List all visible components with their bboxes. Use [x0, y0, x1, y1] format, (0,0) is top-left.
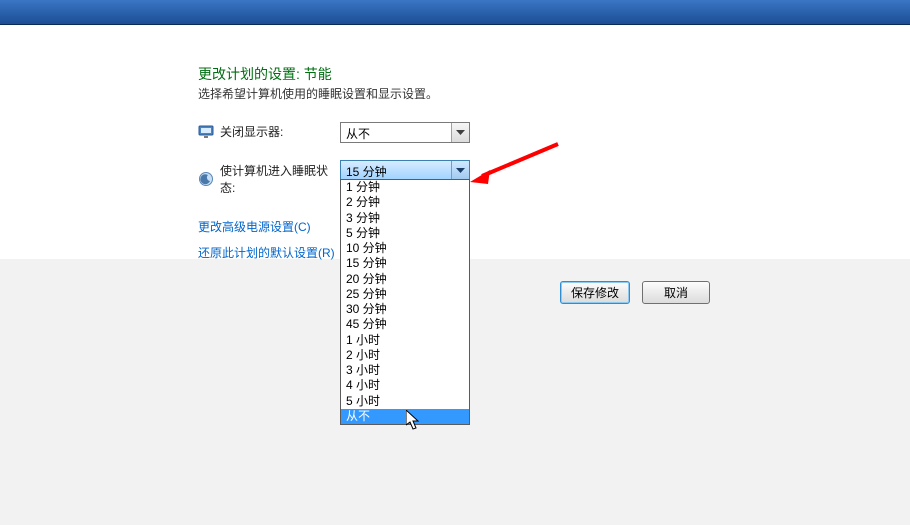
row-sleep: 使计算机进入睡眠状态: — [198, 162, 340, 196]
dropdown-option[interactable]: 20 分钟 — [341, 272, 469, 287]
window-titlebar — [0, 0, 910, 25]
turn-off-display-label: 关闭显示器: — [220, 123, 340, 140]
turn-off-display-combo[interactable]: 从不 — [340, 122, 470, 143]
chevron-down-icon[interactable] — [451, 123, 469, 142]
dropdown-option[interactable]: 从不 — [341, 409, 469, 424]
content-area: 更改计划的设置: 节能 选择希望计算机使用的睡眠设置和显示设置。 关闭显示器: … — [0, 25, 910, 525]
dropdown-option[interactable]: 45 分钟 — [341, 317, 469, 332]
link-restore-defaults[interactable]: 还原此计划的默认设置(R) — [198, 244, 335, 261]
page-subtitle: 选择希望计算机使用的睡眠设置和显示设置。 — [198, 85, 438, 102]
moon-icon — [198, 171, 214, 187]
dropdown-option[interactable]: 3 分钟 — [341, 211, 469, 226]
dropdown-option[interactable]: 3 小时 — [341, 363, 469, 378]
dropdown-option[interactable]: 10 分钟 — [341, 241, 469, 256]
dropdown-option[interactable]: 5 分钟 — [341, 226, 469, 241]
chevron-down-icon[interactable] — [451, 161, 469, 180]
save-button[interactable]: 保存修改 — [560, 281, 630, 304]
row-turn-off-display: 关闭显示器: — [198, 123, 340, 140]
dropdown-option[interactable]: 1 分钟 — [341, 180, 469, 195]
cancel-button[interactable]: 取消 — [642, 281, 710, 304]
dropdown-option[interactable]: 4 小时 — [341, 378, 469, 393]
page-title: 更改计划的设置: 节能 — [198, 64, 332, 84]
sleep-value: 15 分钟 — [346, 163, 387, 180]
dropdown-option[interactable]: 2 小时 — [341, 348, 469, 363]
dropdown-option[interactable]: 25 分钟 — [341, 287, 469, 302]
sleep-combo[interactable]: 15 分钟 — [340, 160, 470, 181]
dropdown-option[interactable]: 30 分钟 — [341, 302, 469, 317]
dropdown-option[interactable]: 15 分钟 — [341, 256, 469, 271]
dropdown-option[interactable]: 5 小时 — [341, 394, 469, 409]
turn-off-display-value: 从不 — [346, 125, 370, 142]
dropdown-option[interactable]: 1 小时 — [341, 333, 469, 348]
dropdown-option[interactable]: 2 分钟 — [341, 195, 469, 210]
monitor-icon — [198, 124, 214, 140]
sleep-dropdown-list[interactable]: 1 分钟2 分钟3 分钟5 分钟10 分钟15 分钟20 分钟25 分钟30 分… — [340, 179, 470, 425]
link-advanced-power-settings[interactable]: 更改高级电源设置(C) — [198, 218, 311, 235]
sleep-label: 使计算机进入睡眠状态: — [220, 162, 340, 196]
